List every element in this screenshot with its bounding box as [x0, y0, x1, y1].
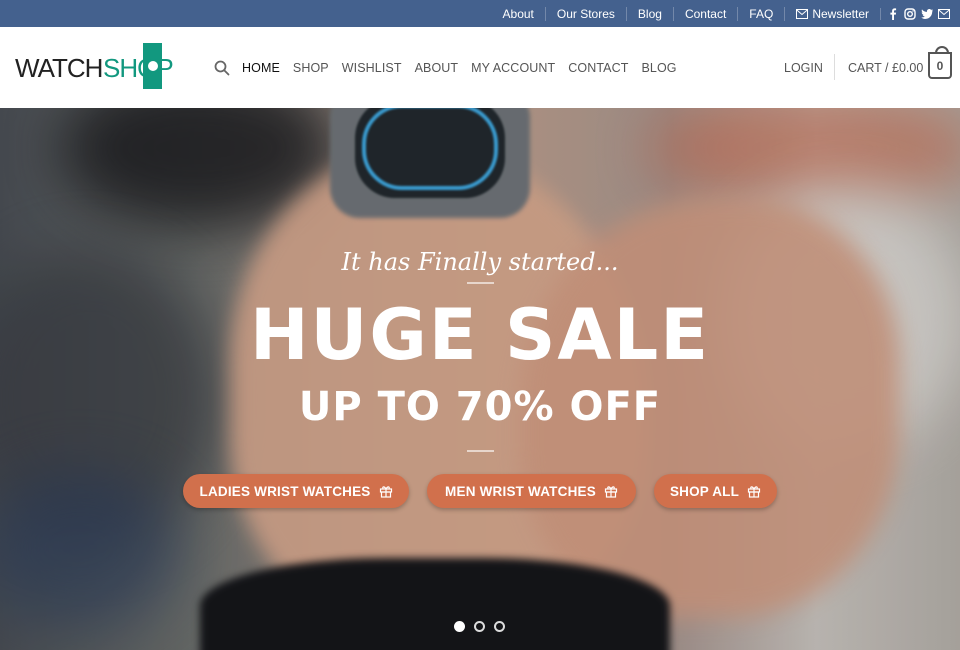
- envelope-icon: [796, 8, 809, 19]
- hero-divider-bottom: [467, 450, 494, 452]
- topbar-link-about[interactable]: About: [492, 7, 545, 21]
- nav-wishlist[interactable]: WISHLIST: [342, 61, 402, 75]
- topbar-link-faq[interactable]: FAQ: [737, 6, 784, 21]
- nav-my-account[interactable]: MY ACCOUNT: [471, 61, 555, 75]
- login-link[interactable]: LOGIN: [784, 61, 823, 75]
- search-icon[interactable]: [214, 60, 230, 76]
- hero-subheadline: UP TO 70% OFF: [298, 384, 662, 430]
- hero-divider-top: [467, 282, 494, 284]
- watchshop-logo[interactable]: WATCH SHOP: [15, 43, 185, 89]
- nav-contact[interactable]: CONTACT: [568, 61, 628, 75]
- slider-dot-1[interactable]: [454, 621, 465, 632]
- cart-link[interactable]: CART / £0.00: [848, 61, 923, 75]
- hero-tagline: It has Finally started...: [341, 248, 619, 276]
- topbar-link-blog[interactable]: Blog: [625, 6, 673, 21]
- main-nav: HOME SHOP WISHLIST ABOUT MY ACCOUNT CONT…: [242, 61, 690, 75]
- twitter-icon[interactable]: [921, 8, 933, 20]
- nav-home[interactable]: HOME: [242, 61, 280, 75]
- email-icon[interactable]: [938, 8, 950, 20]
- logo-text-shop: SHOP: [103, 53, 174, 83]
- ladies-wrist-watches-button[interactable]: LADIES WRIST WATCHES: [183, 474, 409, 508]
- button-label: LADIES WRIST WATCHES: [199, 483, 371, 499]
- logo-watch-dial-icon: [146, 59, 160, 73]
- shop-all-button[interactable]: SHOP ALL: [654, 474, 777, 508]
- facebook-icon[interactable]: [887, 7, 899, 20]
- top-bar: About Our Stores Blog Contact FAQ Newsle…: [0, 0, 960, 27]
- slider-dot-3[interactable]: [494, 621, 505, 632]
- gift-icon: [379, 486, 392, 498]
- hero-overlay: [0, 108, 960, 650]
- nav-about[interactable]: ABOUT: [415, 61, 459, 75]
- men-wrist-watches-button[interactable]: MEN WRIST WATCHES: [427, 474, 636, 508]
- topbar-link-our-stores[interactable]: Our Stores: [544, 6, 626, 21]
- button-label: SHOP ALL: [669, 483, 740, 499]
- header-divider: [834, 54, 835, 80]
- hero-slider: It has Finally started... HUGE SALE UP T…: [0, 108, 960, 650]
- logo-text-watch: WATCH: [15, 53, 103, 83]
- instagram-icon[interactable]: [904, 7, 916, 20]
- newsletter-link[interactable]: Newsletter: [784, 6, 880, 21]
- social-icons: [880, 7, 950, 20]
- main-header: WATCH SHOP HOME SHOP WISHLIST ABOUT MY A…: [0, 27, 960, 108]
- nav-blog[interactable]: BLOG: [641, 61, 676, 75]
- topbar-link-contact[interactable]: Contact: [672, 6, 737, 21]
- gift-icon: [604, 486, 618, 498]
- slider-dots: [454, 621, 505, 632]
- button-label: MEN WRIST WATCHES: [445, 483, 596, 499]
- gift-icon: [747, 486, 761, 498]
- newsletter-label: Newsletter: [812, 6, 869, 21]
- nav-shop[interactable]: SHOP: [293, 61, 329, 75]
- slider-dot-2[interactable]: [474, 621, 485, 632]
- cart-count-badge[interactable]: 0: [928, 46, 952, 79]
- hero-headline: HUGE SALE: [249, 294, 711, 376]
